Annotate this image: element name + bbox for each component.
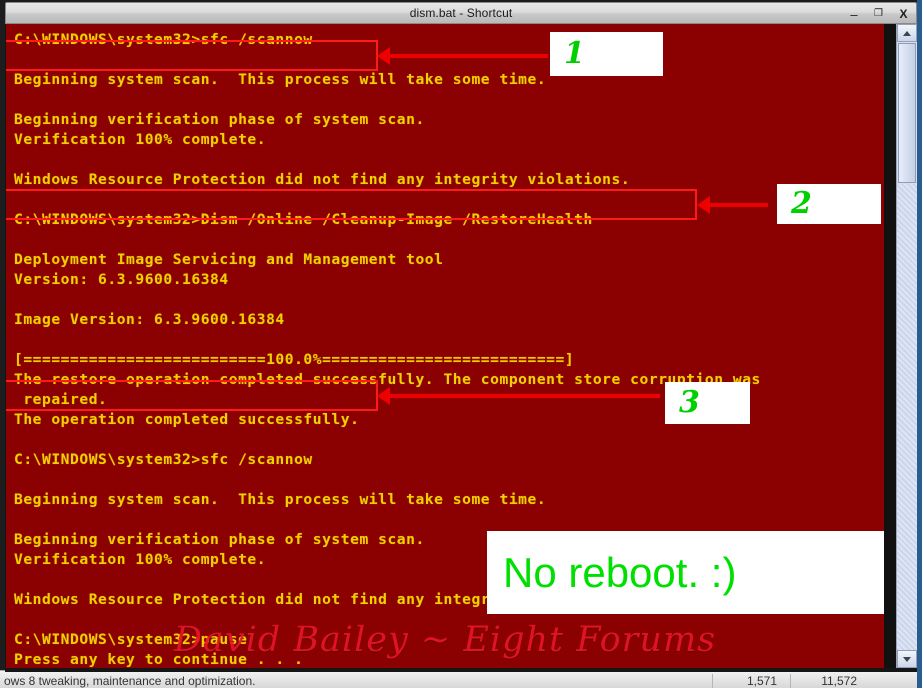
scroll-up-arrow-icon[interactable]: [897, 24, 917, 42]
window-controls: – ❐ X: [847, 3, 910, 25]
highlight-box-step-1: [6, 40, 378, 71]
callout-label-step-2: 2: [791, 186, 812, 221]
maximize-icon[interactable]: ❐: [872, 9, 885, 19]
callout-label-step-3: 3: [679, 385, 700, 420]
background-status-count-2: 11,572: [790, 674, 857, 688]
callout-box-step-1: 1: [550, 32, 663, 76]
callout-arrow-step-2: [697, 196, 768, 214]
minimize-icon[interactable]: –: [847, 8, 860, 21]
callout-arrow-step-3: [377, 387, 660, 405]
no-reboot-note: No reboot. :): [487, 531, 884, 614]
callout-arrow-step-1: [377, 47, 548, 65]
background-right-strip: [917, 0, 922, 688]
callout-box-step-3: 3: [665, 382, 750, 424]
callout-box-step-2: 2: [777, 184, 881, 224]
watermark-signature: David Bailey ~ Eight Forums: [173, 620, 717, 660]
highlight-box-step-2: [6, 189, 697, 220]
scrollbar-thumb[interactable]: [898, 43, 916, 183]
close-icon[interactable]: X: [897, 8, 910, 20]
scroll-down-arrow-icon[interactable]: [897, 650, 917, 668]
console-output-area[interactable]: C:\WINDOWS\system32>sfc /scannow Beginni…: [6, 24, 884, 668]
callout-label-step-1: 1: [564, 36, 585, 71]
background-status-bar: ows 8 tweaking, maintenance and optimiza…: [0, 670, 922, 688]
background-status-text: ows 8 tweaking, maintenance and optimiza…: [4, 674, 256, 688]
background-status-count-1: 1,571: [712, 674, 777, 688]
scrollbar-track[interactable]: [897, 184, 917, 650]
screen-root: ows 8 tweaking, maintenance and optimiza…: [0, 0, 922, 688]
console-scrollbar[interactable]: [896, 24, 917, 668]
window-title-bar[interactable]: dism.bat - Shortcut – ❐ X: [5, 2, 917, 24]
window-title: dism.bat - Shortcut: [409, 6, 513, 20]
no-reboot-note-label: No reboot. :): [503, 548, 737, 596]
highlight-box-step-3: [6, 380, 378, 411]
